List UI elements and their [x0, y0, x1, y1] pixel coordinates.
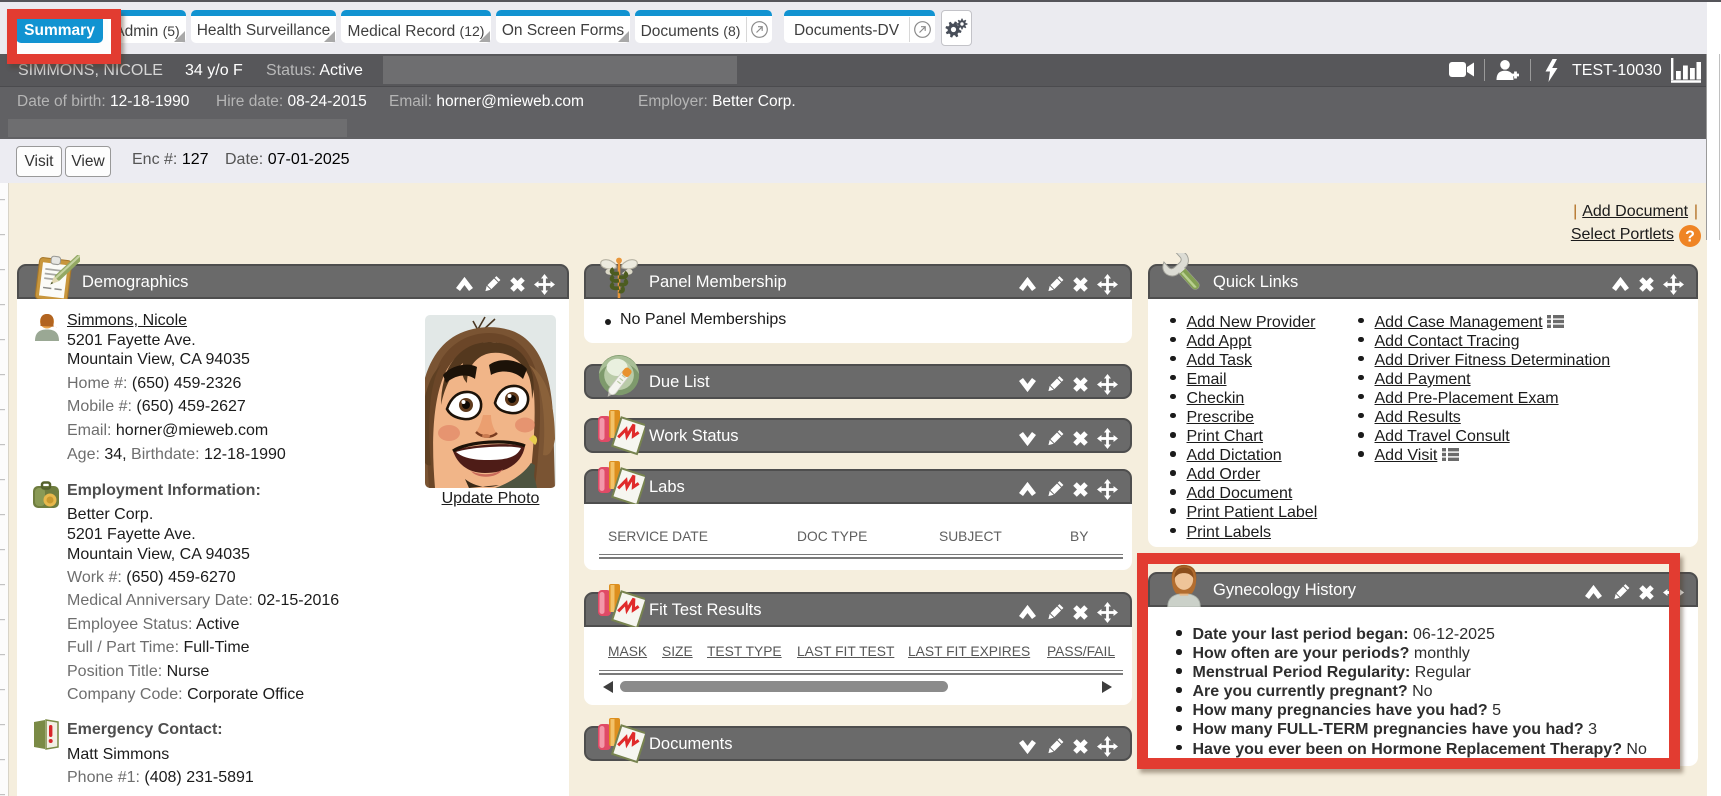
svg-text:?: ?: [1685, 229, 1695, 246]
